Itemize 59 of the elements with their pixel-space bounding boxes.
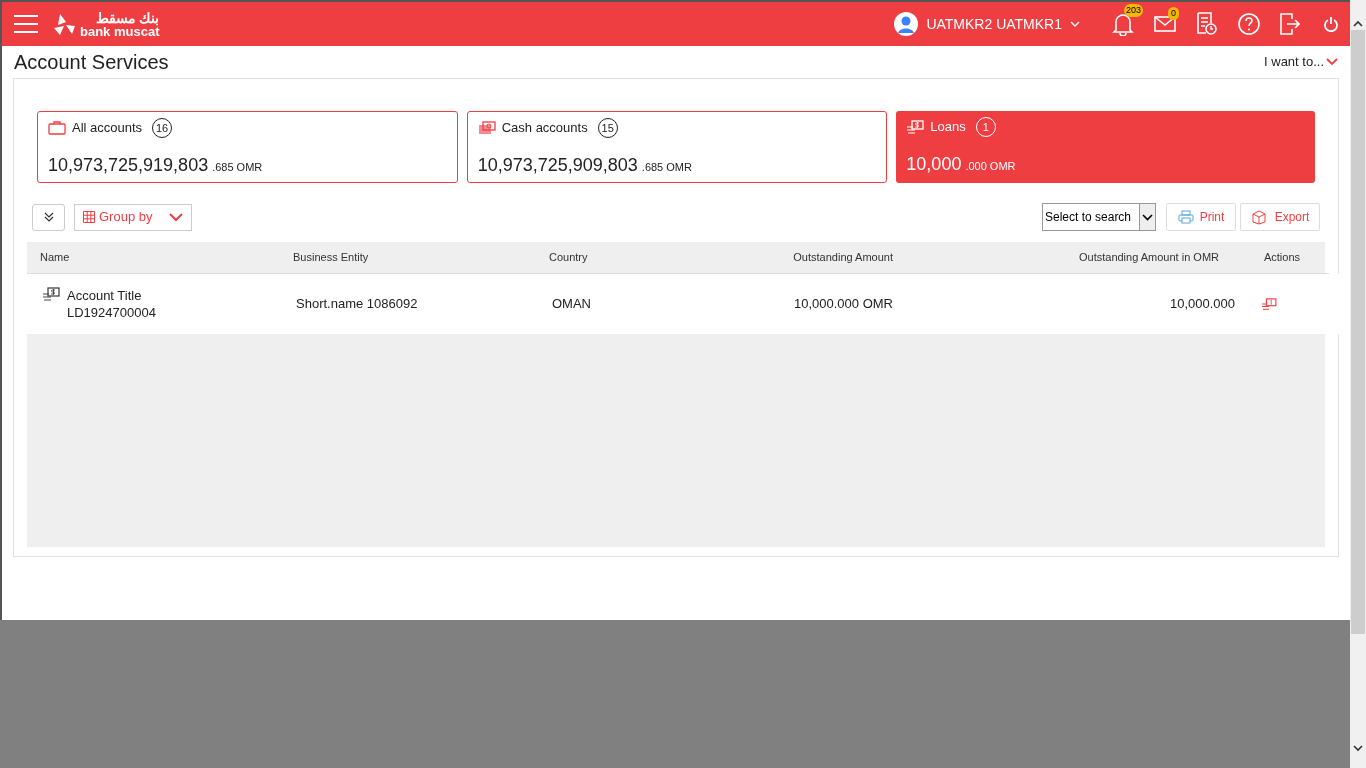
column-header[interactable]: Actions [1235,249,1329,266]
account-summary-card[interactable]: All accounts 16 10,973,725,919,803 .685 OMR [37,111,458,183]
card-label: Cash accounts [501,119,588,138]
card-amount: 10,973,725,919,803 [48,154,209,177]
help-icon[interactable] [1238,13,1260,35]
card-amount-decimals: .685 OMR [641,160,692,175]
notification-count: 203 [1124,4,1144,17]
scroll-down-icon[interactable] [1353,745,1363,752]
table-cell-text: 10,000.000 [1168,295,1235,314]
card-amount-decimals: .000 OMR [965,159,1016,174]
envelope-icon[interactable] [1154,15,1176,33]
chevron-down-icon [1326,58,1338,66]
power-icon[interactable] [1324,16,1338,32]
table-cell-text: OMAN [551,295,592,314]
scroll-thumb[interactable] [1351,30,1365,634]
card-label: All accounts [72,119,143,138]
box-icon [1250,209,1267,225]
user-menu-button[interactable]: UATMKR2 UATMKR1 [926,13,1080,35]
card-amount-decimals: .685 OMR [212,160,263,175]
briefcase-icon [48,121,66,135]
printer-icon [1177,210,1194,224]
money-hand-icon[interactable] [1261,298,1277,310]
cash-icon [477,121,496,135]
logout-icon[interactable] [1280,13,1300,35]
report-clock-icon[interactable] [1196,12,1218,36]
account-summary-card[interactable]: Loans 1 10,000 .000 OMR [896,111,1315,183]
bell-icon[interactable] [1112,12,1134,36]
scroll-up-icon[interactable] [1353,20,1363,27]
card-amount: 10,973,725,909,803 [477,154,638,177]
chevron-down-icon [1142,213,1153,221]
i-want-to-menu[interactable]: I want to... [1264,52,1338,72]
print-button[interactable]: Print [1166,203,1236,231]
grid-icon [83,211,95,223]
menu-icon[interactable] [14,15,38,33]
column-header[interactable]: Name [27,249,280,266]
column-header[interactable]: Business Entity [280,249,543,266]
logo-arabic-text: بنك مسقط [94,10,160,25]
message-count: 0 [1168,7,1179,20]
double-chevron-down-icon [42,211,55,223]
column-header[interactable]: Outstanding Amount [663,249,893,266]
account-summary-card[interactable]: Cash accounts 15 10,973,725,909,803 .685 OMR [466,111,888,183]
page-title: Account Services [14,50,169,75]
chevron-down-icon [169,212,183,222]
table-cell-text: Short.name 1086092 [295,295,419,314]
avatar-icon [894,12,919,36]
group-by-dropdown[interactable]: Group by [74,203,192,231]
export-button[interactable]: Export [1240,203,1320,231]
column-header[interactable]: Country [543,249,663,266]
card-label: Loans [930,118,966,137]
account-name-cell: Account Title LD1924700004 [67,287,156,321]
column-header[interactable]: Outstanding Amount in OMR [893,249,1235,266]
expand-button[interactable] [32,203,65,231]
money-hand-icon [906,120,925,134]
logo-icon [52,12,76,36]
search-select[interactable]: Select to search [1042,203,1156,231]
card-amount: 10,000 [906,153,962,176]
table-cell-text: 10,000.000 OMR [793,295,893,314]
chevron-down-icon [1070,21,1080,27]
money-hand-icon [42,287,60,301]
